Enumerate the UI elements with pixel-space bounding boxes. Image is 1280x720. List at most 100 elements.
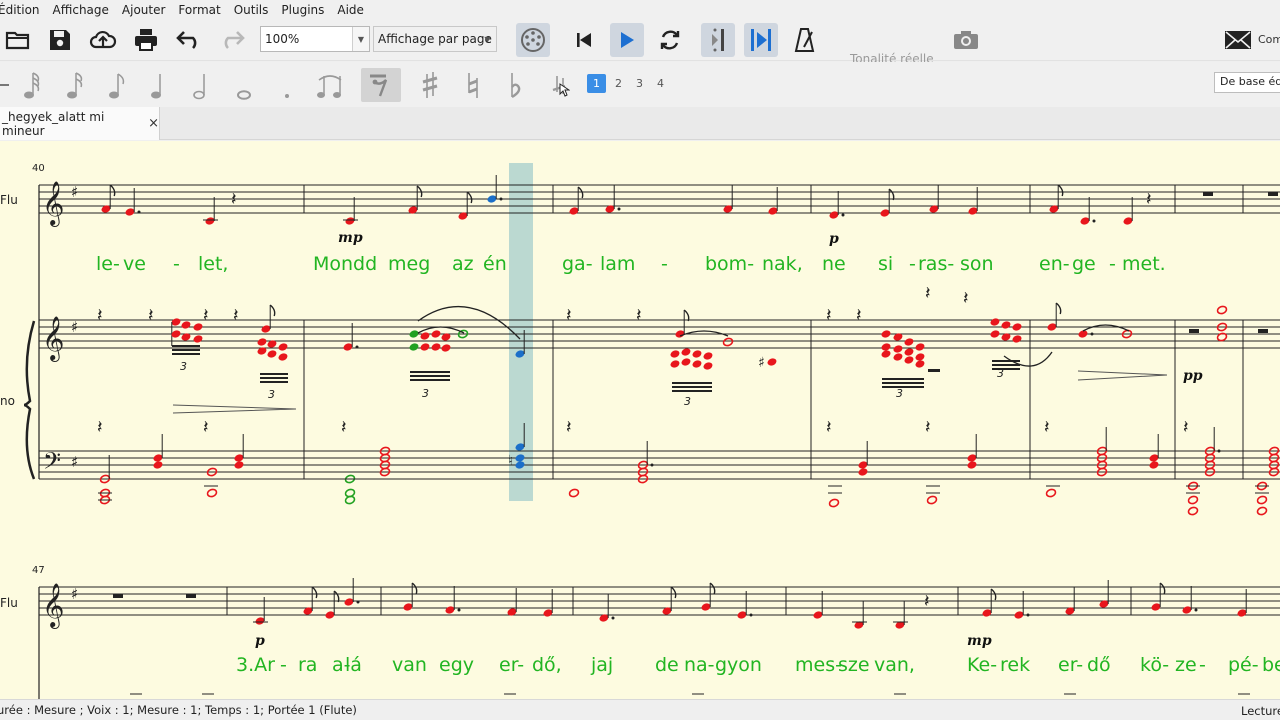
- quarter-rest: 𝄽: [97, 417, 103, 438]
- print-icon[interactable]: [129, 23, 163, 57]
- quarter-rest: 𝄽: [826, 417, 832, 438]
- system2-notes: 𝄽: [113, 578, 1247, 629]
- score-tab[interactable]: _hegyek_alatt mi mineur ×: [0, 107, 160, 140]
- zoom-combo[interactable]: 100% ▼: [260, 26, 370, 52]
- sharp-icon[interactable]: [413, 68, 447, 102]
- voice-3-button[interactable]: 3: [630, 74, 649, 93]
- flute-label: Flu: [0, 596, 18, 610]
- menu-affichage[interactable]: Affichage: [46, 3, 115, 17]
- rest-icon[interactable]: [361, 68, 401, 102]
- whole-note-icon[interactable]: [227, 68, 261, 102]
- lyric-syllable: -: [661, 253, 668, 275]
- cloud-upload-icon[interactable]: [86, 23, 120, 57]
- quarter-note-icon[interactable]: [141, 68, 175, 102]
- note-head: [431, 343, 441, 351]
- quarter-rest: 𝄽: [341, 417, 347, 438]
- note-head: [722, 337, 734, 347]
- flat-icon[interactable]: [499, 68, 533, 102]
- note-head: [278, 343, 288, 351]
- folder-open-icon[interactable]: [1, 23, 35, 57]
- note-head: [1216, 305, 1228, 315]
- menu-ajouter[interactable]: Ajouter: [115, 3, 172, 17]
- measure-number: 40: [32, 163, 45, 174]
- lyric-syllable: 3.Ar: [236, 654, 275, 676]
- undo-icon[interactable]: [172, 23, 206, 57]
- metronome-icon[interactable]: [788, 23, 822, 57]
- whole-rest: [1268, 192, 1278, 196]
- score-view[interactable]: 40 Flu no 𝄞 ♯ 𝄞 ♯ 𝄢 ♯ 𝄽 𝄽𝄽 𝄽 𝄽 𝄽 𝄽 𝄽♯𝄽 𝄽…: [0, 141, 1280, 699]
- menu-aide[interactable]: Aide: [330, 3, 370, 17]
- note-head: [904, 348, 914, 356]
- whole-rest: [1258, 329, 1268, 333]
- lyric-syllable: jaj: [590, 654, 613, 676]
- thirty-second-note-icon[interactable]: [59, 68, 93, 102]
- lyric-syllable: -: [173, 253, 180, 275]
- comment-label[interactable]: Com: [1258, 33, 1280, 46]
- quarter-rest: 𝄽: [97, 305, 103, 326]
- augmentation-dot: [356, 600, 360, 604]
- dynamic-mp: mp: [338, 230, 363, 246]
- lyric-syllable: na-: [684, 654, 715, 676]
- augmentation-dot: [841, 213, 845, 217]
- workspace-select[interactable]: De base édition: [1214, 72, 1280, 93]
- lyric-syllable: sze: [838, 654, 870, 676]
- lyric-syllable: lam: [600, 253, 635, 275]
- lyric-syllable: si: [878, 253, 893, 275]
- dynamic-mp: mp: [967, 633, 992, 649]
- augmentation-dot: [137, 210, 141, 214]
- flip-direction-icon[interactable]: [542, 68, 576, 102]
- lyric-syllable: bom-: [705, 253, 754, 275]
- quarter-rest: 𝄽: [963, 288, 969, 309]
- note-head: [568, 488, 580, 498]
- menu-outils[interactable]: Outils: [227, 3, 275, 17]
- lyric-syllable: er-: [499, 654, 524, 676]
- sixty-fourth-note-icon[interactable]: [16, 68, 50, 102]
- close-icon[interactable]: ×: [148, 116, 159, 131]
- quarter-rest: 𝄽: [1044, 417, 1050, 438]
- note-flag: [333, 590, 340, 603]
- view-mode-value: Affichage par page: [378, 32, 492, 46]
- note-flag: [411, 582, 418, 595]
- camera-icon[interactable]: [949, 23, 983, 57]
- score-canvas[interactable]: 40 Flu no 𝄞 ♯ 𝄞 ♯ 𝄢 ♯ 𝄽 𝄽 𝄽 𝄽 𝄽 𝄽 𝄽 𝄽 ♯ …: [0, 141, 1280, 699]
- quarter-rest: 𝄽: [203, 305, 209, 326]
- redo-icon[interactable]: [215, 23, 249, 57]
- sixteenth-note-icon[interactable]: [101, 68, 135, 102]
- lyric-syllable: kö-: [1140, 654, 1169, 676]
- note-head: [692, 350, 702, 358]
- save-icon[interactable]: [43, 23, 77, 57]
- quarter-rest: 𝄽: [566, 417, 572, 438]
- loop-icon[interactable]: [653, 23, 687, 57]
- menu-plugins[interactable]: Plugins: [274, 3, 330, 17]
- view-mode-select[interactable]: Affichage par page ▼: [373, 26, 497, 52]
- voice-2-button[interactable]: 2: [609, 74, 628, 93]
- menu-edition[interactable]: Édition: [0, 3, 46, 17]
- voice-4-button[interactable]: 4: [651, 74, 670, 93]
- note-head: [967, 461, 977, 469]
- voice-1-button[interactable]: 1: [587, 74, 606, 93]
- play-icon[interactable]: [610, 23, 644, 57]
- rewind-icon[interactable]: [567, 23, 601, 57]
- key-sharp: ♯: [71, 183, 78, 201]
- mixer-icon[interactable]: [516, 23, 550, 57]
- note-head: [181, 321, 191, 329]
- note-flag: [109, 184, 116, 197]
- key-sharp: ♯: [71, 318, 78, 336]
- treble-clef: 𝄞: [42, 316, 64, 362]
- note-flag: [269, 304, 276, 317]
- loop-in-icon[interactable]: [701, 23, 735, 57]
- lyric-syllable: egy: [439, 654, 474, 676]
- tie-icon[interactable]: [313, 68, 347, 102]
- chevron-down-icon[interactable]: ▼: [352, 27, 369, 51]
- natural-icon[interactable]: [456, 68, 490, 102]
- flute-staff: [39, 184, 1280, 214]
- piano-treble-staff: [39, 319, 1280, 349]
- lyric-syllable: dő,: [532, 654, 562, 676]
- augmentation-dot: [499, 197, 503, 201]
- menu-format[interactable]: Format: [171, 3, 226, 17]
- lyric-syllable: -: [909, 253, 916, 275]
- envelope-icon[interactable]: [1221, 23, 1255, 57]
- half-note-icon[interactable]: [184, 68, 218, 102]
- loop-out-icon[interactable]: [744, 23, 778, 57]
- augmentation-dot-icon[interactable]: [270, 68, 304, 102]
